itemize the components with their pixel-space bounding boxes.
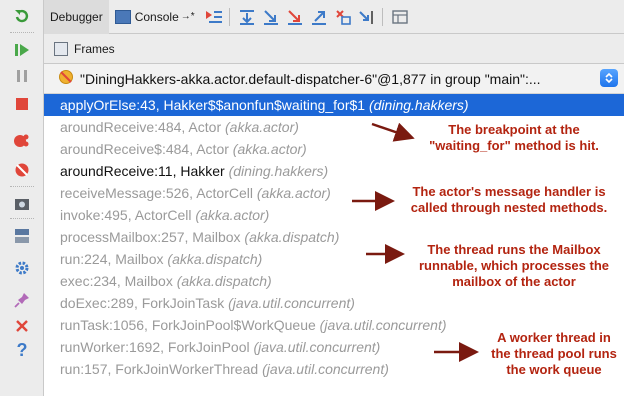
annotation-arrows	[352, 122, 479, 362]
arrow-breakpoint	[371, 122, 415, 142]
